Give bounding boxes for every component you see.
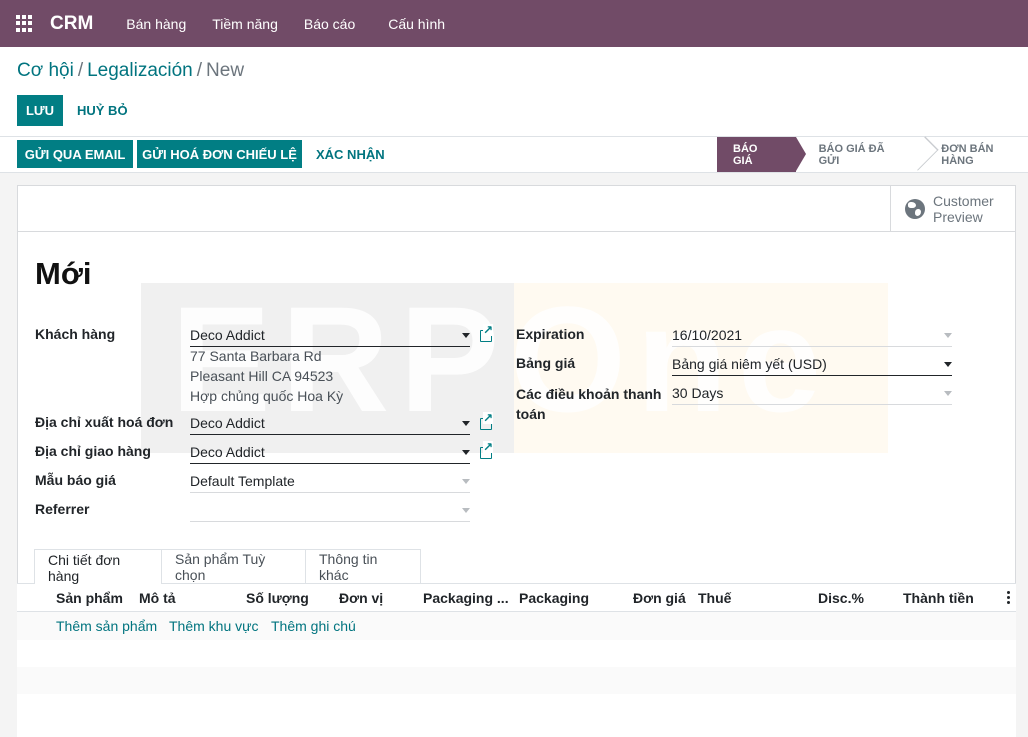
column-header-discount[interactable]: Disc.% [818, 590, 864, 606]
payment-terms-value: 30 Days [672, 384, 724, 401]
chevron-down-icon[interactable] [462, 450, 470, 455]
chevron-down-icon[interactable] [944, 391, 952, 396]
app-brand[interactable]: CRM [50, 13, 93, 35]
column-header-packaging[interactable]: Packaging [519, 590, 589, 606]
customer-preview-line1: Customer [933, 193, 994, 209]
expiration-label: Expiration [516, 326, 585, 342]
discard-button[interactable]: Huỷ bỏ [77, 95, 128, 126]
shipping-address-label: Địa chỉ giao hàng [35, 443, 151, 459]
quotation-template-value: Default Template [190, 472, 295, 489]
nav-item-sales[interactable]: Bán hàng [126, 16, 186, 32]
top-navbar: CRM Bán hàng Tiềm năng Báo cáo Cấu hình [0, 0, 1028, 47]
stage-separator [919, 137, 929, 172]
customer-preview-button[interactable]: Customer Preview [890, 186, 1015, 232]
breadcrumb-opportunities[interactable]: Cơ hội [17, 60, 74, 81]
pricelist-field[interactable]: Bảng giá niêm yết (USD) [672, 352, 952, 376]
nav-item-reports[interactable]: Báo cáo [304, 16, 355, 32]
optional-columns-icon[interactable] [1007, 591, 1010, 604]
payment-terms-label-line2: toán [516, 406, 546, 422]
external-link-icon[interactable] [480, 412, 494, 430]
order-lines-table-header: Sản phẩm Mô tả Số lượng Đơn vị Packaging… [17, 584, 1016, 612]
shipping-address-field[interactable]: Deco Addict [190, 440, 470, 464]
customer-preview-line2: Preview [933, 209, 983, 225]
tab-optional-products[interactable]: Sản phẩm Tuỳ chọn [162, 549, 306, 584]
referrer-label: Referrer [35, 501, 90, 517]
column-header-packaging-qty[interactable]: Packaging ... [423, 590, 509, 606]
chevron-down-icon[interactable] [462, 333, 470, 338]
breadcrumb-current: New [206, 60, 245, 81]
pricelist-label: Bảng giá [516, 355, 576, 371]
customer-preview-label: Customer Preview [933, 193, 994, 225]
column-header-product[interactable]: Sản phẩm [56, 590, 123, 606]
chevron-down-icon[interactable] [462, 421, 470, 426]
customer-field[interactable]: Deco Addict [190, 323, 470, 347]
pricelist-value: Bảng giá niêm yết (USD) [672, 355, 827, 372]
breadcrumb: Cơ hội / Legalización / New [17, 60, 244, 82]
customer-label: Khách hàng [35, 326, 116, 342]
stage-sales-order[interactable]: Đơn bán hàng [929, 137, 1028, 172]
invoice-address-value: Deco Addict [190, 414, 265, 431]
column-header-quantity[interactable]: Số lượng [246, 590, 309, 606]
external-link-icon[interactable] [480, 324, 494, 342]
add-note-link[interactable]: Thêm ghi chú [271, 618, 356, 634]
customer-value: Deco Addict [190, 326, 265, 343]
shipping-address-value: Deco Addict [190, 443, 265, 460]
column-header-taxes[interactable]: Thuế [698, 590, 731, 606]
nav-item-config[interactable]: Cấu hình [388, 16, 445, 32]
customer-address-line2: Pleasant Hill CA 94523 [190, 368, 334, 384]
column-header-description[interactable]: Mô tả [139, 590, 176, 606]
confirm-button[interactable]: Xác nhận [316, 140, 385, 168]
payment-terms-label-line1: Các điều khoản thanh [516, 386, 662, 402]
breadcrumb-opportunity[interactable]: Legalización [87, 60, 193, 81]
chevron-down-icon[interactable] [462, 479, 470, 484]
smart-button-box: Customer Preview [18, 186, 1015, 232]
save-button[interactable]: Lưu [17, 95, 63, 126]
add-line-row: Thêm sản phẩm Thêm khu vực Thêm ghi chú [17, 612, 1016, 640]
column-header-uom[interactable]: Đơn vị [339, 590, 383, 606]
customer-address-line1: 77 Santa Barbara Rd [190, 348, 322, 364]
send-email-button[interactable]: Gửi qua email [17, 140, 133, 168]
nav-item-leads[interactable]: Tiềm năng [212, 16, 278, 32]
stage-pipeline: Báo giá Báo giá đã gửi Đơn bán hàng [717, 137, 1028, 172]
referrer-field[interactable] [190, 498, 470, 522]
external-link-icon[interactable] [480, 441, 494, 459]
quotation-template-field[interactable]: Default Template [190, 469, 470, 493]
stage-quotation[interactable]: Báo giá [717, 137, 806, 172]
expiration-value: 16/10/2021 [672, 326, 743, 343]
invoice-address-label: Địa chỉ xuất hoá đơn [35, 414, 174, 430]
table-row [17, 694, 1016, 737]
quotation-template-label: Mẫu báo giá [35, 472, 116, 488]
record-title: Mới [35, 256, 92, 291]
customer-address-line3: Hợp chủng quốc Hoa Kỳ [190, 388, 344, 404]
table-row [17, 640, 1016, 667]
breadcrumb-separator: / [196, 60, 203, 81]
payment-terms-field[interactable]: 30 Days [672, 381, 952, 405]
globe-icon [905, 199, 925, 219]
breadcrumb-separator: / [77, 60, 84, 81]
column-header-unit-price[interactable]: Đơn giá [633, 590, 686, 606]
chevron-down-icon[interactable] [944, 362, 952, 367]
table-row [17, 667, 1016, 694]
expiration-field[interactable]: 16/10/2021 [672, 323, 952, 347]
tab-other-info[interactable]: Thông tin khác [306, 549, 421, 584]
chevron-down-icon[interactable] [462, 508, 470, 513]
add-product-link[interactable]: Thêm sản phẩm [56, 618, 157, 634]
tab-order-lines[interactable]: Chi tiết đơn hàng [34, 549, 162, 585]
chevron-down-icon[interactable] [944, 333, 952, 338]
apps-menu-icon[interactable] [16, 14, 34, 33]
stage-quotation-sent[interactable]: Báo giá đã gửi [796, 137, 920, 172]
notebook-tabs: Chi tiết đơn hàng Sản phẩm Tuỳ chọn Thôn… [17, 549, 1016, 585]
column-header-subtotal[interactable]: Thành tiền [903, 590, 974, 606]
payment-terms-label: Các điều khoản thanh toán [516, 384, 661, 424]
send-proforma-button[interactable]: Gửi hoá đơn chiếu lệ [137, 140, 302, 168]
add-section-link[interactable]: Thêm khu vực [169, 618, 259, 634]
invoice-address-field[interactable]: Deco Addict [190, 411, 470, 435]
